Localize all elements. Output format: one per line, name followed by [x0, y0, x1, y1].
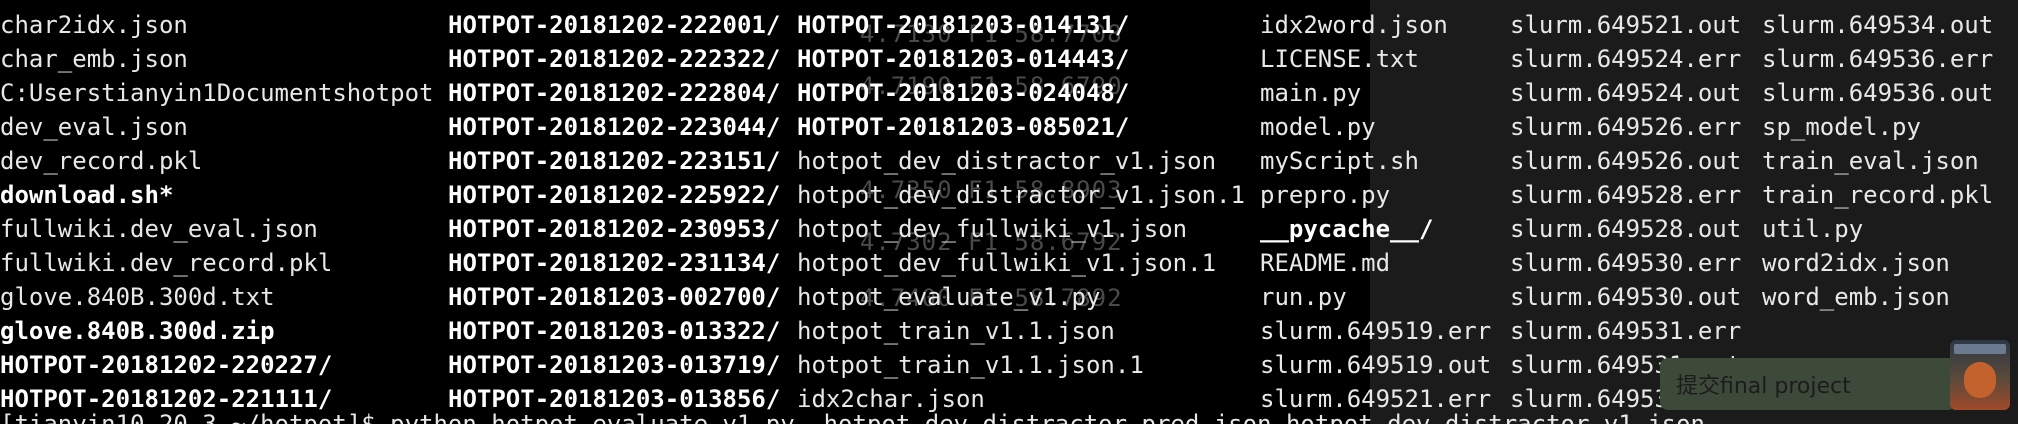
file-entry[interactable]: slurm.649536.err — [1762, 42, 1993, 76]
command-prompt-line[interactable]: [tianyin10 20-3 ~/hotpot]$ python hotpot… — [0, 412, 1705, 424]
file-entry[interactable]: slurm.649530.err — [1510, 246, 1741, 280]
file-entry[interactable]: prepro.py — [1260, 178, 1390, 212]
file-entry[interactable]: slurm.649530.out — [1510, 280, 1741, 314]
file-entry[interactable]: fullwiki.dev_eval.json — [0, 212, 318, 246]
file-entry[interactable]: hotpot_dev_fullwiki_v1.json — [797, 212, 1187, 246]
directory-entry[interactable]: HOTPOT-20181202-222001/ — [448, 8, 780, 42]
file-entry[interactable]: util.py — [1762, 212, 1863, 246]
listing-row: dev_record.pkl HOTPOT-20181202-223151/hot… — [0, 144, 2018, 178]
file-entry[interactable]: slurm.649528.err — [1510, 178, 1741, 212]
directory-entry[interactable]: __pycache__/ — [1260, 212, 1433, 246]
file-entry[interactable]: fullwiki.dev_record.pkl — [0, 246, 332, 280]
directory-entry[interactable]: HOTPOT-20181202-230953/ — [448, 212, 780, 246]
notification-toast[interactable]: 提交final project — [1660, 358, 1956, 410]
listing-row: glove.840B.300d.zip HOTPOT-20181203-01332… — [0, 314, 2018, 348]
file-entry[interactable]: README.md — [1260, 246, 1390, 280]
listing-row: glove.840B.300d.txt HOTPOT-20181203-00270… — [0, 280, 2018, 314]
directory-entry[interactable]: HOTPOT-20181202-225922/ — [448, 178, 780, 212]
directory-entry[interactable]: HOTPOT-20181203-002700/ — [448, 280, 780, 314]
file-entry[interactable]: run.py — [1260, 280, 1347, 314]
file-entry[interactable]: main.py — [1260, 76, 1361, 110]
file-entry[interactable]: slurm.649524.err — [1510, 42, 1741, 76]
app-icon-avatar — [1964, 362, 1996, 398]
file-entry[interactable]: dev_record.pkl — [0, 144, 202, 178]
file-entry[interactable]: slurm.649524.out — [1510, 76, 1741, 110]
file-entry[interactable]: glove.840B.300d.zip — [0, 314, 275, 348]
file-entry[interactable]: slurm.649531.err — [1510, 314, 1741, 348]
file-entry[interactable]: slurm.649526.out — [1510, 144, 1741, 178]
listing-row: fullwiki.dev_record.pkl HOTPOT-20181202-2… — [0, 246, 2018, 280]
directory-entry[interactable]: HOTPOT-20181202-220227/ — [0, 348, 332, 382]
listing-row: char_emb.json HOTPOT-20181202-222322/HOTP… — [0, 42, 2018, 76]
file-entry[interactable]: slurm.649519.err — [1260, 314, 1491, 348]
file-entry[interactable]: train_record.pkl — [1762, 178, 1993, 212]
file-entry[interactable]: download.sh* — [0, 178, 173, 212]
directory-entry[interactable]: HOTPOT-20181202-231134/ — [448, 246, 780, 280]
file-entry[interactable]: LICENSE.txt — [1260, 42, 1419, 76]
file-entry[interactable]: slurm.649519.out — [1260, 348, 1491, 382]
directory-entry[interactable]: HOTPOT-20181202-222804/ — [448, 76, 780, 110]
directory-entry[interactable]: HOTPOT-20181203-013322/ — [448, 314, 780, 348]
file-entry[interactable]: myScript.sh — [1260, 144, 1419, 178]
file-entry[interactable]: hotpot_dev_distractor_v1.json.1 — [797, 178, 1245, 212]
app-icon-titlebar — [1954, 344, 2006, 354]
directory-entry[interactable]: HOTPOT-20181202-223151/ — [448, 144, 780, 178]
directory-entry[interactable]: HOTPOT-20181203-085021/ — [797, 110, 1129, 144]
directory-entry[interactable]: HOTPOT-20181203-013719/ — [448, 348, 780, 382]
directory-entry[interactable]: HOTPOT-20181203-024048/ — [797, 76, 1129, 110]
file-entry[interactable]: char2idx.json — [0, 8, 188, 42]
file-entry[interactable]: sp_model.py — [1762, 110, 1921, 144]
file-entry[interactable]: glove.840B.300d.txt — [0, 280, 275, 314]
file-entry[interactable]: slurm.649536.out — [1762, 76, 1993, 110]
file-entry[interactable]: hotpot_train_v1.1.json — [797, 314, 1115, 348]
listing-row: C:Userstianyin1Documentshotpot HOTPOT-201… — [0, 76, 2018, 110]
file-entry[interactable]: word2idx.json — [1762, 246, 1950, 280]
file-entry[interactable]: idx2word.json — [1260, 8, 1448, 42]
file-entry[interactable]: char_emb.json — [0, 42, 188, 76]
file-entry[interactable]: train_eval.json — [1762, 144, 1979, 178]
file-entry[interactable]: word_emb.json — [1762, 280, 1950, 314]
directory-entry[interactable]: HOTPOT-20181203-014443/ — [797, 42, 1129, 76]
directory-entry[interactable]: HOTPOT-20181202-223044/ — [448, 110, 780, 144]
directory-entry[interactable]: HOTPOT-20181203-014131/ — [797, 8, 1129, 42]
file-entry[interactable]: slurm.649528.out — [1510, 212, 1741, 246]
file-entry[interactable]: hotpot_dev_distractor_v1.json — [797, 144, 1216, 178]
listing-row: char2idx.json HOTPOT-20181202-222001/HOTP… — [0, 8, 2018, 42]
file-entry[interactable]: slurm.649526.err — [1510, 110, 1741, 144]
directory-entry[interactable]: HOTPOT-20181202-222322/ — [448, 42, 780, 76]
listing-row: fullwiki.dev_eval.json HOTPOT-20181202-23… — [0, 212, 2018, 246]
listing-row: download.sh* HOTPOT-20181202-225922/hotpo… — [0, 178, 2018, 212]
listing-row: dev_eval.json HOTPOT-20181202-223044/HOTP… — [0, 110, 2018, 144]
directory-listing: char2idx.json HOTPOT-20181202-222001/HOTP… — [0, 8, 2018, 416]
file-entry[interactable]: C:Userstianyin1Documentshotpot — [0, 76, 433, 110]
file-entry[interactable]: model.py — [1260, 110, 1376, 144]
file-entry[interactable]: slurm.649521.out — [1510, 8, 1741, 42]
file-entry[interactable]: hotpot_dev_fullwiki_v1.json.1 — [797, 246, 1216, 280]
terminal-window[interactable]: 4.7130 F1 58.7708 4.7190 F1 58.6790 4.73… — [0, 0, 2018, 424]
file-entry[interactable]: hotpot_train_v1.1.json.1 — [797, 348, 1144, 382]
notification-app-icon — [1950, 340, 2010, 410]
file-entry[interactable]: hotpot_evaluate_v1.py — [797, 280, 1100, 314]
file-entry[interactable]: dev_eval.json — [0, 110, 188, 144]
notification-text: 提交final project — [1676, 374, 1851, 399]
file-entry[interactable]: slurm.649534.out — [1762, 8, 1993, 42]
